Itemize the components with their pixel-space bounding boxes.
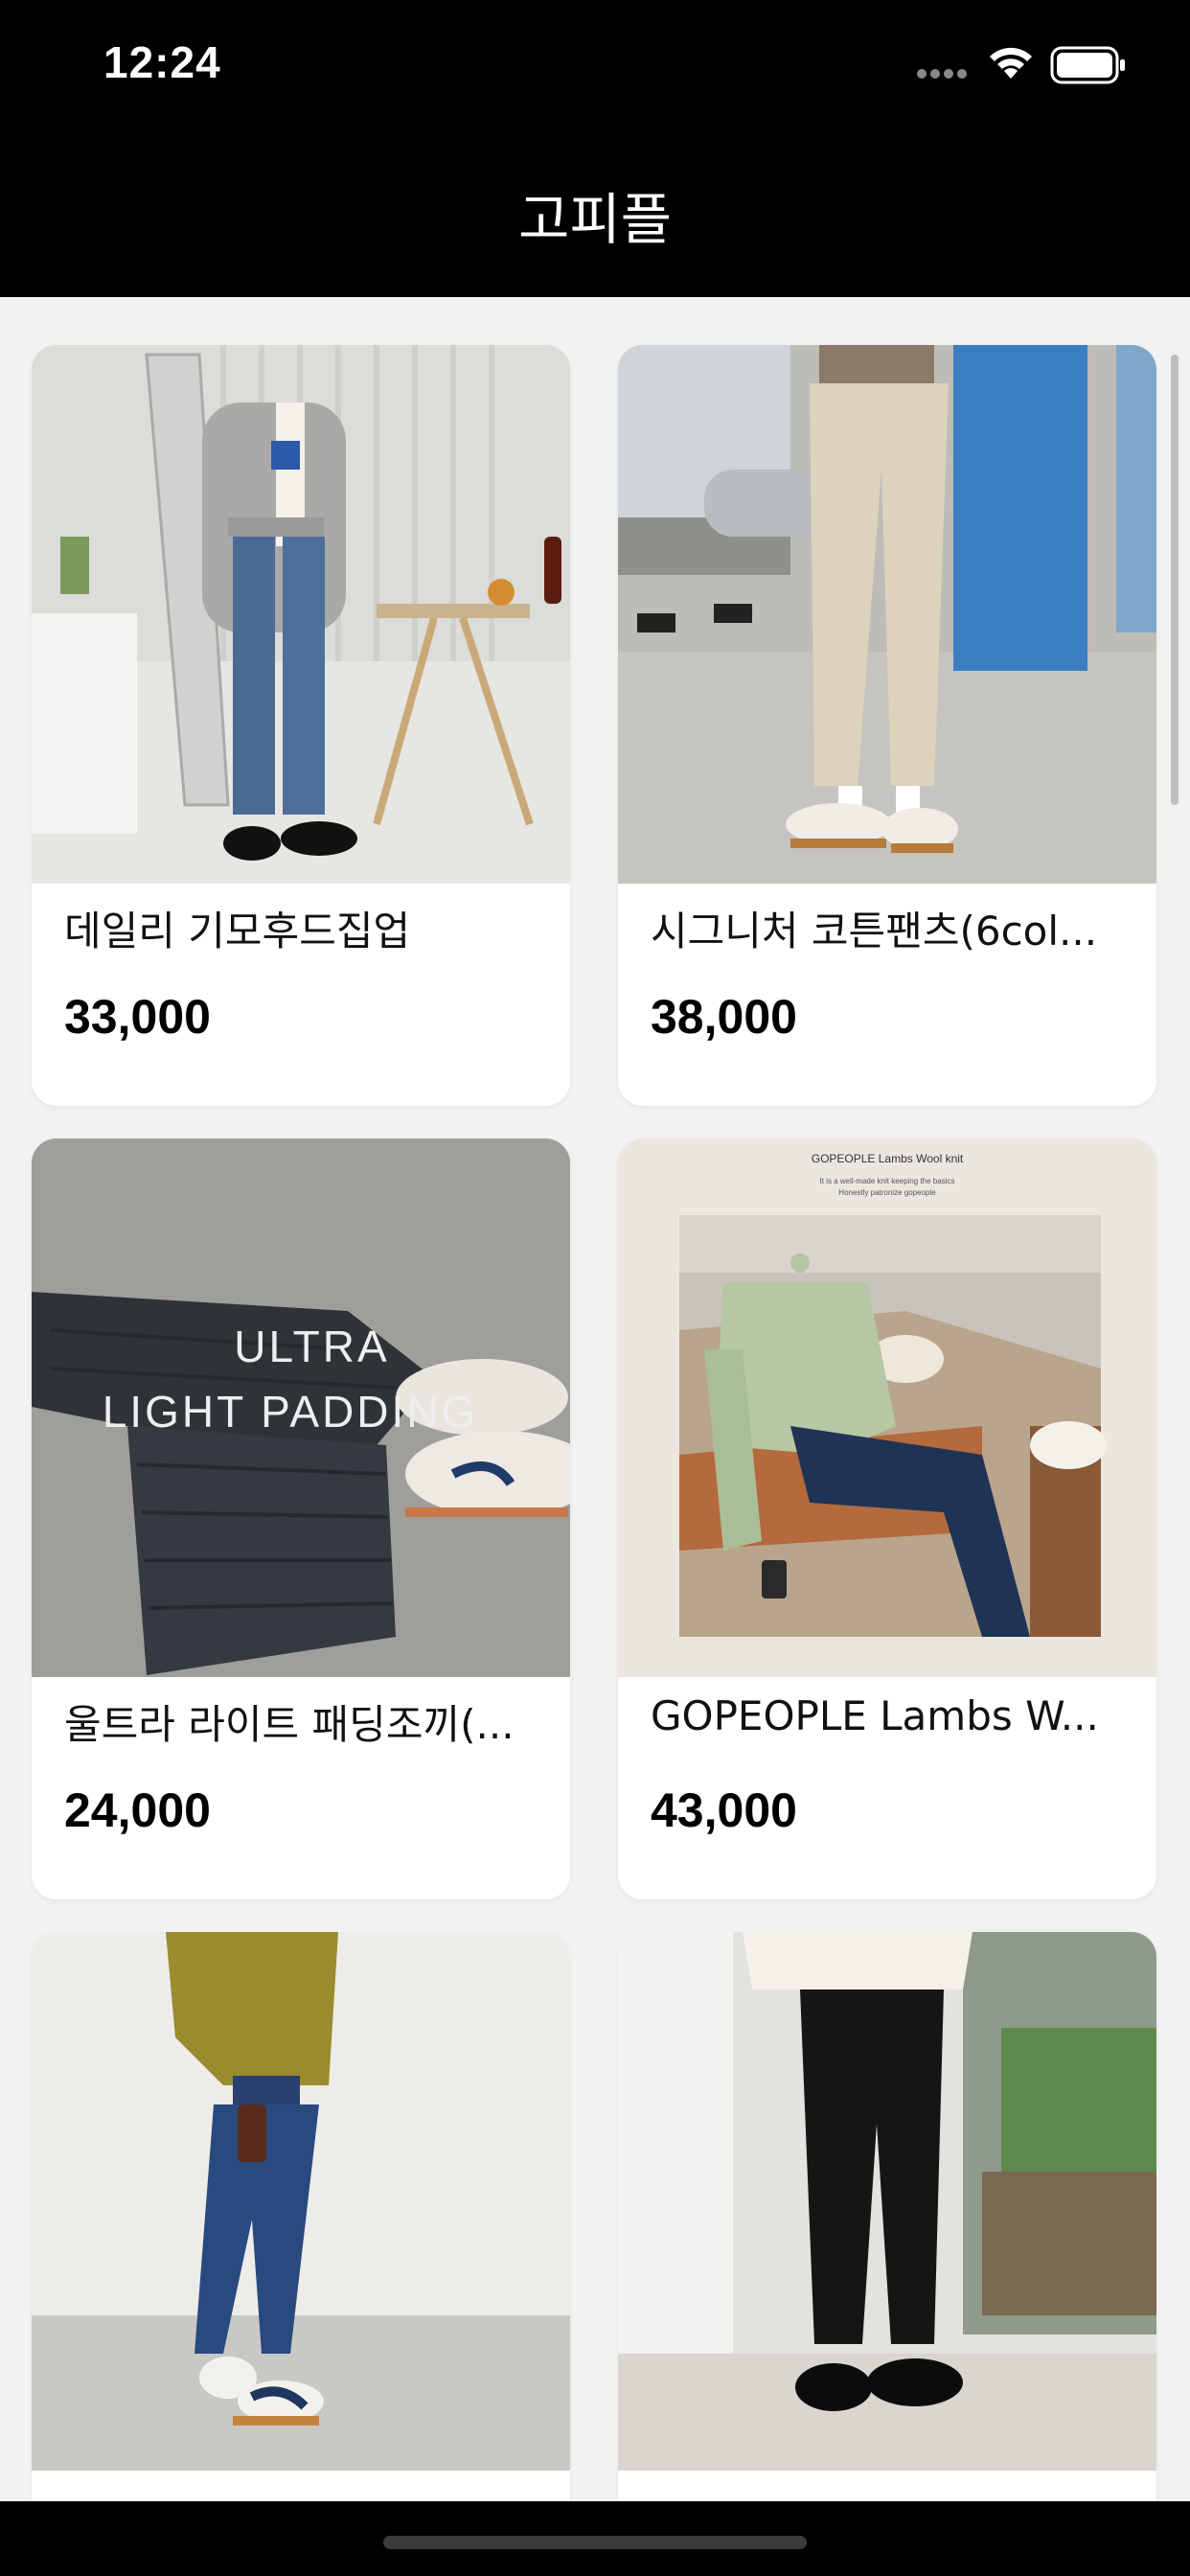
- product-image: [618, 1932, 1156, 2471]
- image-overlay-subtitle: Honestly patronize gopeople: [838, 1188, 936, 1197]
- page-title: 고피플: [517, 187, 673, 252]
- product-image: [618, 345, 1156, 884]
- image-overlay-text: ULTRA: [234, 1322, 390, 1371]
- product-price: 38,000: [651, 990, 797, 1044]
- wifi-icon: [990, 47, 1032, 79]
- product-card[interactable]: 데일리 기모후드집업 33,000: [32, 345, 570, 1106]
- product-card[interactable]: [618, 1932, 1156, 2501]
- product-image: [32, 345, 570, 884]
- product-card[interactable]: GOPEOPLE Lambs Wool knit It is a well-ma…: [618, 1138, 1156, 1899]
- product-card[interactable]: 시그니처 코튼팬츠(6col... 38,000: [618, 345, 1156, 1106]
- home-indicator[interactable]: [383, 2536, 807, 2549]
- product-name: 데일리 기모후드집업: [64, 908, 411, 954]
- product-price: 24,000: [64, 1783, 211, 1837]
- product-price: 43,000: [651, 1783, 797, 1837]
- product-name: 울트라 라이트 패딩조끼(...: [64, 1701, 515, 1748]
- scroll-indicator[interactable]: [1171, 355, 1179, 805]
- status-time: 12:24: [103, 37, 221, 87]
- product-image: ULTRA LIGHT PADDING: [32, 1138, 570, 1677]
- cellular-signal-icon: [917, 69, 967, 79]
- product-grid[interactable]: 데일리 기모후드집업 33,000 시그니처 코튼팬츠(6col... 38,0…: [0, 297, 1190, 2501]
- product-image: GOPEOPLE Lambs Wool knit It is a well-ma…: [618, 1138, 1156, 1677]
- battery-icon: [1050, 46, 1125, 84]
- product-name: 시그니처 코튼팬츠(6col...: [651, 908, 1098, 954]
- product-card[interactable]: [32, 1932, 570, 2501]
- product-image: [32, 1932, 570, 2471]
- product-name: GOPEOPLE Lambs W...: [651, 1692, 1099, 1739]
- image-overlay-text: LIGHT PADDING: [102, 1387, 479, 1437]
- product-card[interactable]: ULTRA LIGHT PADDING 울트라 라이트 패딩조끼(... 24,…: [32, 1138, 570, 1899]
- status-bar: 12:24: [0, 0, 1190, 134]
- image-overlay-subtitle: It is a well-made knit keeping the basic…: [819, 1177, 955, 1185]
- image-overlay-title: GOPEOPLE Lambs Wool knit: [811, 1152, 964, 1165]
- product-price: 33,000: [64, 990, 211, 1044]
- navigation-bar: 고피플: [0, 134, 1190, 297]
